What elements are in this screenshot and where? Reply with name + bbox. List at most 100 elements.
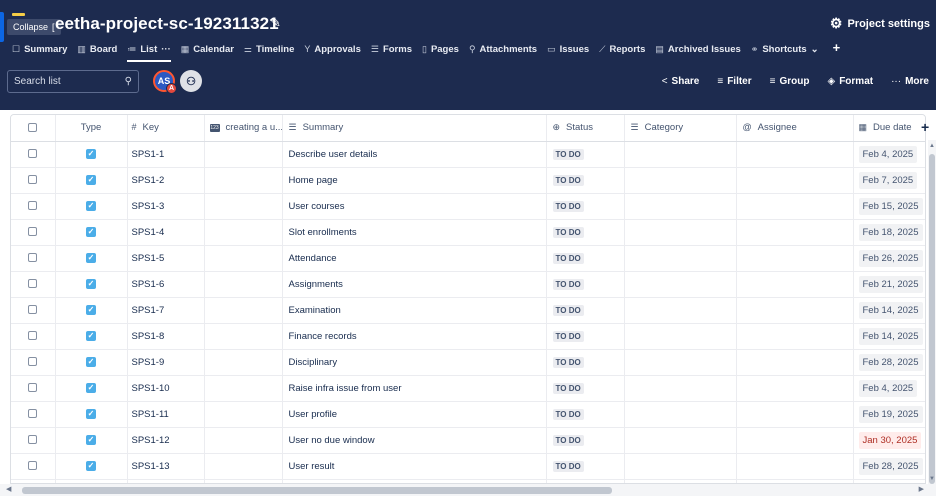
creating-cell[interactable] [203, 401, 282, 428]
creating-cell[interactable] [203, 349, 282, 376]
key-cell[interactable]: SPS1-4 [126, 219, 204, 246]
assignee-cell[interactable] [735, 245, 853, 272]
due-date-chip[interactable]: Feb 14, 2025 [858, 301, 923, 319]
due-date-cell[interactable]: Feb 15, 2025 [852, 193, 925, 220]
category-cell[interactable] [623, 193, 736, 220]
status-badge[interactable]: TO DO [552, 200, 584, 212]
summary-cell[interactable]: User result [281, 453, 546, 480]
status-cell[interactable]: TO DO [545, 401, 624, 428]
sidebar-edge[interactable] [0, 12, 4, 42]
type-cell[interactable]: ✓ [54, 427, 127, 454]
assignee-cell[interactable] [735, 297, 853, 324]
scroll-left-icon[interactable]: ◀ [6, 485, 11, 493]
due-date-cell[interactable]: Feb 19, 2025 [852, 401, 925, 428]
table-row[interactable]: ✓ SPS1-5 Attendance TO DO Feb 26, 2025 [11, 245, 925, 272]
category-cell[interactable] [623, 219, 736, 246]
status-badge[interactable]: TO DO [552, 382, 584, 394]
search-input[interactable] [14, 75, 125, 87]
tab-attachments[interactable]: ⚲ Attachments [469, 42, 537, 56]
creating-cell[interactable] [203, 245, 282, 272]
assignee-cell[interactable] [735, 349, 853, 376]
add-tab-button[interactable]: + [833, 41, 841, 56]
status-cell[interactable]: TO DO [545, 167, 624, 194]
category-cell[interactable] [623, 167, 736, 194]
due-date-cell[interactable]: Feb 26, 2025 [852, 245, 925, 272]
row-select-cell[interactable] [11, 193, 55, 220]
row-checkbox[interactable] [28, 409, 38, 419]
table-row[interactable]: ✓ SPS1-1 Describe user details TO DO Feb 4, … [11, 141, 925, 168]
type-cell[interactable]: ✓ [54, 401, 127, 428]
due-date-chip[interactable]: Feb 4, 2025 [858, 145, 918, 163]
column-category[interactable]: ☰ Category [623, 115, 736, 142]
key-cell[interactable]: SPS1-1 [126, 141, 204, 168]
key-cell[interactable]: SPS1-8 [126, 323, 204, 350]
category-cell[interactable] [623, 297, 736, 324]
task-checkbox-icon[interactable]: ✓ [86, 408, 96, 419]
vertical-scroll-thumb[interactable] [929, 154, 935, 484]
summary-cell[interactable]: Describe user details [281, 141, 546, 168]
key-cell[interactable]: SPS1-2 [126, 167, 204, 194]
row-select-cell[interactable] [11, 401, 55, 428]
tab-archived[interactable]: ▤ Archived Issues [655, 42, 740, 56]
due-date-chip[interactable]: Feb 19, 2025 [858, 405, 923, 423]
status-cell[interactable]: TO DO [545, 245, 624, 272]
table-row[interactable]: ✓ SPS1-13 User result TO DO Feb 28, 2025 [11, 453, 925, 480]
due-date-cell[interactable]: Feb 28, 2025 [852, 349, 925, 376]
status-cell[interactable]: TO DO [545, 297, 624, 324]
task-checkbox-icon[interactable]: ✓ [86, 226, 96, 237]
summary-cell[interactable]: Examination [281, 297, 546, 324]
share-button[interactable]: < Share [662, 76, 700, 87]
creating-cell[interactable] [203, 271, 282, 298]
due-date-chip[interactable]: Feb 28, 2025 [858, 457, 923, 475]
summary-cell[interactable]: Attendance [281, 245, 546, 272]
status-cell[interactable]: TO DO [545, 193, 624, 220]
status-badge[interactable]: TO DO [552, 460, 584, 472]
due-date-cell[interactable]: Feb 21, 2025 [852, 271, 925, 298]
category-cell[interactable] [623, 141, 736, 168]
tab-issues[interactable]: ▭ Issues [547, 42, 589, 56]
row-checkbox[interactable] [28, 279, 38, 289]
category-cell[interactable] [623, 349, 736, 376]
category-cell[interactable] [623, 271, 736, 298]
creating-cell[interactable] [203, 141, 282, 168]
task-checkbox-icon[interactable]: ✓ [86, 330, 96, 341]
project-settings-button[interactable]: ⚙ Project settings [830, 15, 930, 32]
assignee-cell[interactable] [735, 375, 853, 402]
key-cell[interactable]: SPS1-6 [126, 271, 204, 298]
status-badge[interactable]: TO DO [552, 408, 584, 420]
project-actions-icon[interactable]: ✎ [270, 15, 281, 31]
row-select-cell[interactable] [11, 219, 55, 246]
due-date-cell[interactable]: Feb 14, 2025 [852, 297, 925, 324]
category-cell[interactable] [623, 375, 736, 402]
status-cell[interactable]: TO DO [545, 323, 624, 350]
creating-cell[interactable] [203, 219, 282, 246]
row-checkbox[interactable] [28, 305, 38, 315]
status-badge[interactable]: TO DO [552, 330, 584, 342]
row-select-cell[interactable] [11, 141, 55, 168]
table-row[interactable]: ✓ SPS1-6 Assignments TO DO Feb 21, 2025 [11, 271, 925, 298]
type-cell[interactable]: ✓ [54, 245, 127, 272]
due-date-cell[interactable]: Jan 30, 2025 [852, 427, 925, 454]
task-checkbox-icon[interactable]: ✓ [86, 434, 96, 445]
category-cell[interactable] [623, 453, 736, 480]
due-date-cell[interactable]: Feb 4, 2025 [852, 141, 925, 168]
due-date-chip[interactable]: Jan 30, 2025 [858, 431, 922, 449]
creating-cell[interactable] [203, 167, 282, 194]
status-badge[interactable]: TO DO [552, 356, 584, 368]
type-cell[interactable]: ✓ [54, 453, 127, 480]
assignee-cell[interactable] [735, 323, 853, 350]
select-all-column[interactable] [11, 115, 55, 142]
table-row[interactable]: ✓ SPS1-7 Examination TO DO Feb 14, 2025 [11, 297, 925, 324]
row-select-cell[interactable] [11, 427, 55, 454]
type-cell[interactable]: ✓ [54, 219, 127, 246]
row-select-cell[interactable] [11, 245, 55, 272]
row-checkbox[interactable] [28, 175, 38, 185]
task-checkbox-icon[interactable]: ✓ [86, 460, 96, 471]
column-due-date[interactable]: ▦ Due date [852, 115, 925, 142]
table-row[interactable]: ✓ SPS1-11 User profile TO DO Feb 19, 2025 [11, 401, 925, 428]
status-badge[interactable]: TO DO [552, 278, 584, 290]
type-cell[interactable]: ✓ [54, 271, 127, 298]
status-badge[interactable]: TO DO [552, 174, 584, 186]
list-more-icon[interactable]: ··· [161, 44, 171, 55]
column-creating[interactable]: 123 creating a u... [203, 115, 282, 142]
